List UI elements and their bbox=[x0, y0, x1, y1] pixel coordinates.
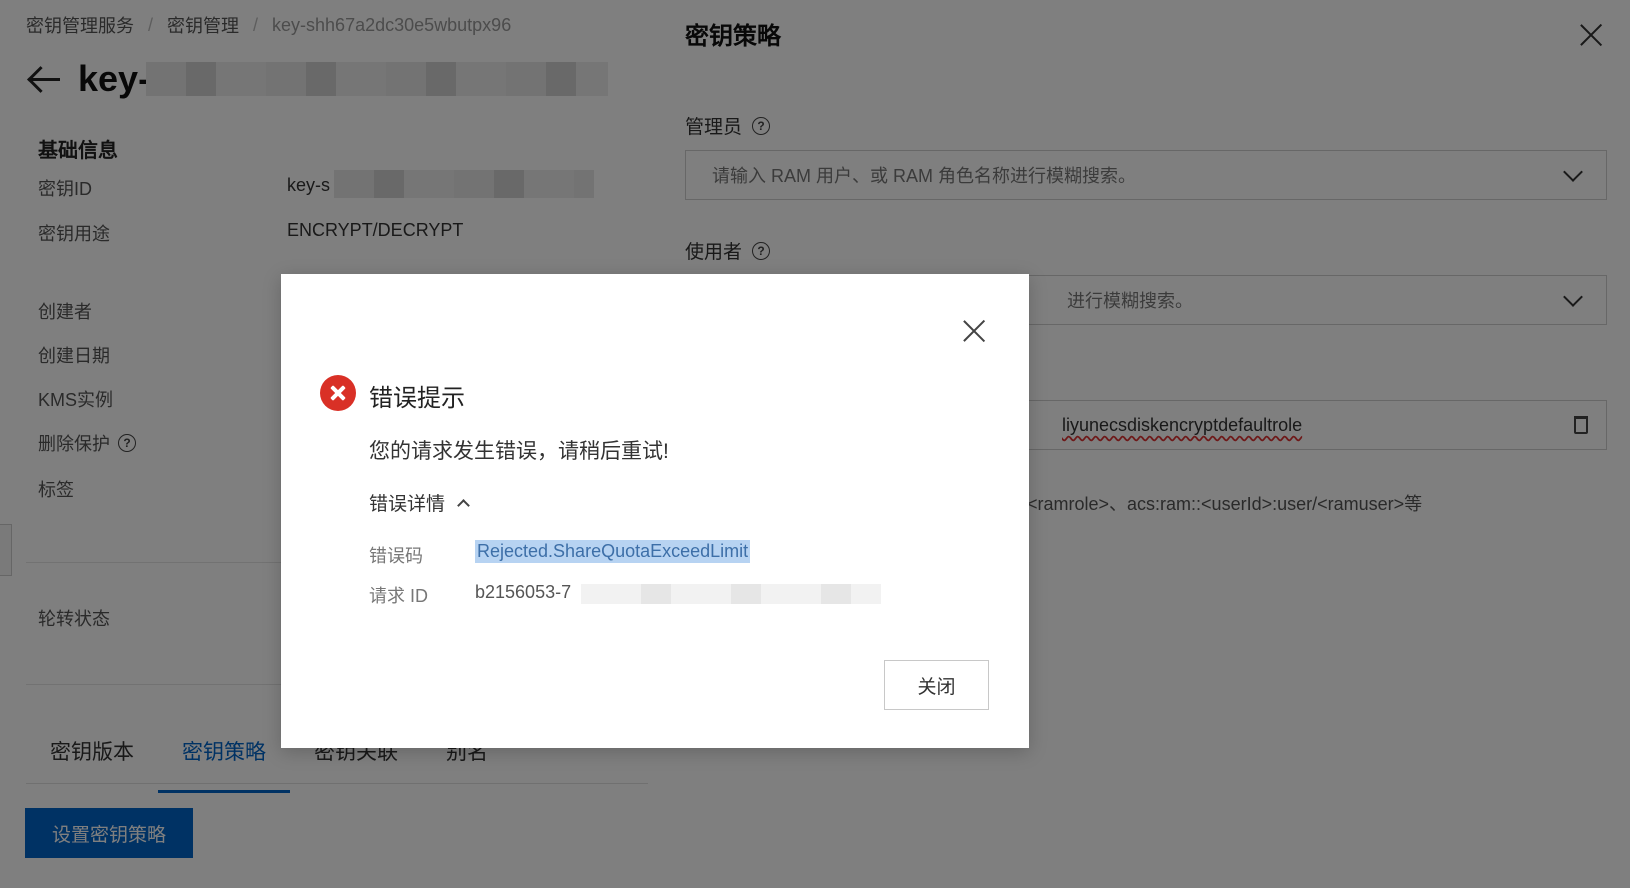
close-button[interactable]: 关闭 bbox=[884, 660, 989, 710]
dialog-title: 错误提示 bbox=[369, 385, 465, 412]
error-details-label: 错误详情 bbox=[369, 494, 446, 515]
error-dialog: 错误提示 您的请求发生错误，请稍后重试! 错误详情 错误码 Rejected.S… bbox=[281, 274, 1029, 748]
error-icon bbox=[320, 375, 356, 411]
request-id-value: b2156053-7 bbox=[475, 582, 572, 602]
chevron-up-icon bbox=[457, 499, 470, 512]
redacted-request-id bbox=[581, 584, 881, 604]
close-icon[interactable] bbox=[963, 320, 985, 342]
error-details-toggle[interactable]: 错误详情 bbox=[369, 489, 470, 516]
error-code-value: Rejected.ShareQuotaExceedLimit bbox=[475, 540, 751, 563]
request-id-label: 请求 ID bbox=[369, 586, 429, 606]
error-code-label: 错误码 bbox=[369, 546, 423, 566]
error-message: 您的请求发生错误，请稍后重试! bbox=[369, 440, 669, 463]
